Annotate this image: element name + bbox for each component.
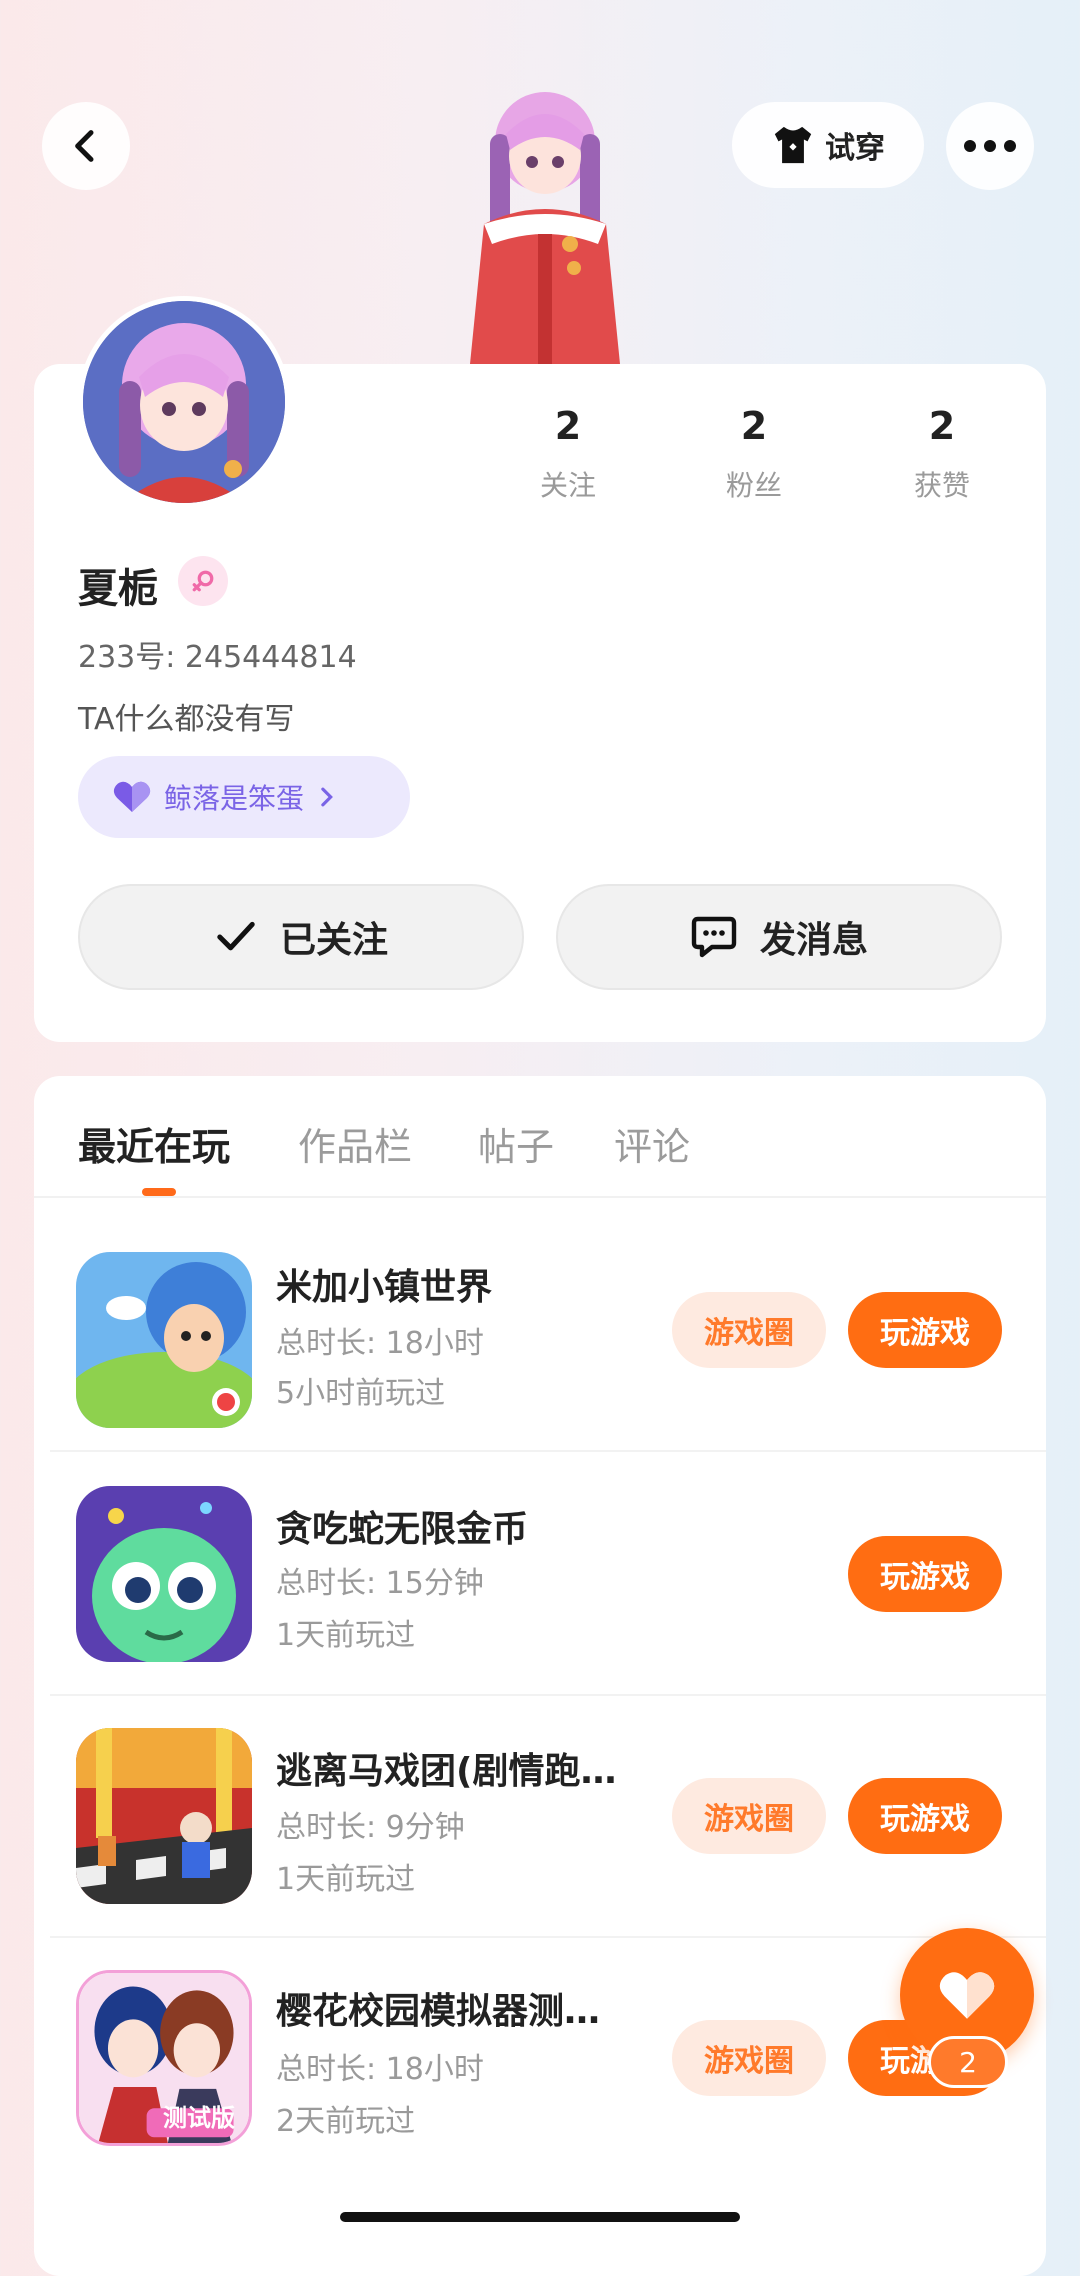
heart-icon [939,1972,995,2019]
relation-chip-label: 鲸落是笨蛋 [164,782,305,815]
female-icon [192,570,214,592]
test-version-badge: 测试版 [163,2104,235,2132]
check-icon [217,921,255,951]
game-circle-button[interactable]: 游戏圈 [672,1292,826,1368]
heart-icon [113,781,151,812]
game-icon: 测试版 [76,1970,252,2146]
user-id: 233号: 245444814 [78,640,357,675]
user-bio: TA什么都没有写 [78,702,295,737]
tab-comments[interactable]: 评论 [614,1116,690,1171]
message-button[interactable]: 发消息 [556,884,1002,990]
avatar-figure [470,92,620,364]
message-button-label: 发消息 [759,920,868,961]
game-circle-button[interactable]: 游戏圈 [672,2020,826,2096]
game-icon [76,1486,252,1662]
tshirt-icon [774,126,812,164]
chevron-left-icon [75,130,94,162]
stat-fans[interactable]: 2 粉丝 [684,404,824,504]
avatar-portrait [83,301,285,503]
game-duration: 总时长: 18小时 [276,1326,484,1361]
stat-following[interactable]: 2 关注 [498,404,638,504]
game-row[interactable]: 贪吃蛇无限金币 总时长: 15分钟 1天前玩过 玩游戏 [34,1464,1046,1704]
game-title: 米加小镇世界 [276,1267,493,1308]
relation-chip[interactable]: 鲸落是笨蛋 [78,756,410,838]
more-dots-icon [964,140,1016,152]
row-divider [50,1694,1046,1696]
row-divider [50,1936,1046,1938]
tab-divider [34,1196,1046,1198]
game-last-played: 2天前玩过 [276,2104,416,2139]
stat-likes[interactable]: 2 获赞 [872,404,1012,504]
stat-following-label: 关注 [539,469,596,502]
chevron-right-icon [321,787,333,807]
game-last-played: 1天前玩过 [276,1862,416,1897]
stat-following-value: 2 [554,404,582,448]
avatar[interactable] [78,296,290,508]
game-icon [76,1728,252,1904]
back-button[interactable] [42,102,130,190]
game-row[interactable]: 测试版 樱花校园模拟器测… 总时长: 18小时 2天前玩过 游戏圈 玩游戏 [34,1948,1046,2188]
gender-badge [178,556,228,606]
stat-fans-value: 2 [740,404,768,448]
stat-fans-label: 粉丝 [725,469,782,502]
tab-posts[interactable]: 帖子 [478,1116,554,1171]
more-button[interactable] [946,102,1034,190]
game-icon [76,1252,252,1428]
try-on-label: 试穿 [825,131,885,166]
play-game-button[interactable]: 玩游戏 [848,1292,1002,1368]
play-game-button[interactable]: 玩游戏 [848,1778,1002,1854]
row-divider [50,1450,1046,1452]
tab-works[interactable]: 作品栏 [298,1116,412,1171]
play-game-button[interactable]: 玩游戏 [848,1536,1002,1612]
game-title: 逃离马戏团(剧情跑… [276,1751,617,1792]
game-duration: 总时长: 9分钟 [276,1810,465,1845]
stat-likes-value: 2 [928,404,956,448]
game-title: 贪吃蛇无限金币 [276,1509,529,1550]
game-last-played: 1天前玩过 [276,1618,416,1653]
game-duration: 总时长: 18小时 [276,2052,484,2087]
tab-indicator [142,1188,176,1196]
tab-recent[interactable]: 最近在玩 [78,1116,230,1171]
game-duration: 总时长: 15分钟 [276,1566,484,1601]
follow-button[interactable]: 已关注 [78,884,524,990]
game-row[interactable]: 逃离马戏团(剧情跑… 总时长: 9分钟 1天前玩过 游戏圈 玩游戏 [34,1706,1046,1946]
try-on-button[interactable]: 试穿 [732,102,924,188]
game-row[interactable]: 米加小镇世界 总时长: 18小时 5小时前玩过 游戏圈 玩游戏 [34,1222,1046,1462]
chat-bubble-icon [691,916,737,958]
game-title: 樱花校园模拟器测… [276,1991,601,2032]
stat-likes-label: 获赞 [913,469,970,502]
follow-button-label: 已关注 [279,920,388,961]
game-circle-button[interactable]: 游戏圈 [672,1778,826,1854]
game-last-played: 5小时前玩过 [276,1376,446,1411]
home-indicator [340,2212,740,2222]
username: 夏栀 [78,566,158,612]
like-count-badge: 2 [928,2036,1008,2088]
